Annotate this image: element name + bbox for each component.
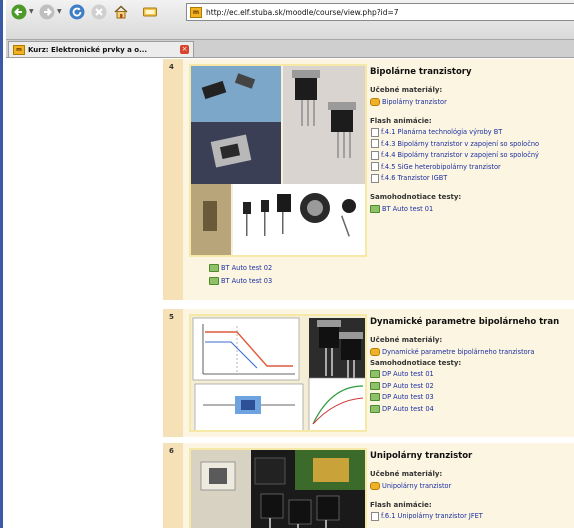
quiz-link-text[interactable]: DP Auto test 01	[382, 370, 434, 378]
reload-icon[interactable]	[68, 3, 86, 21]
quiz-link-text[interactable]: DP Auto test 04	[382, 405, 434, 413]
quiz-link-text[interactable]: DP Auto test 02	[382, 382, 434, 390]
quiz-link[interactable]: DP Auto test 04	[370, 403, 574, 415]
page-icon	[371, 511, 379, 521]
quiz-link[interactable]: DP Auto test 03	[370, 392, 574, 404]
section-number: 6	[163, 443, 183, 528]
resource-link-text[interactable]: Unipolárny tranzistor	[382, 482, 451, 490]
tests-label: Samohodnotiace testy:	[370, 193, 462, 201]
home-icon[interactable]	[112, 3, 130, 21]
left-blocks-column	[6, 59, 163, 528]
quiz-link[interactable]: BT Auto test 01	[370, 203, 574, 215]
address-url[interactable]: http://ec.elf.stuba.sk/moodle/course/vie…	[206, 8, 399, 17]
flash-link[interactable]: f.4.6 Tranzistor IGBT	[370, 173, 574, 185]
resource-link[interactable]: Bipolárny tranzistor	[370, 96, 574, 108]
section-4-image	[189, 64, 367, 257]
resource-link-text[interactable]: Bipolárny tranzistor	[382, 98, 447, 106]
quiz-link[interactable]: BT Auto test 03	[209, 276, 272, 288]
section-body: Unipolárny tranzistor Učebné materiály: …	[183, 443, 574, 528]
section-separator	[163, 300, 574, 309]
flash-link-text[interactable]: f.4.4 Bipolárny tranzistor v zapojení so…	[381, 151, 539, 159]
quiz-link[interactable]: BT Auto test 02	[209, 262, 272, 274]
tab-bar: m Kurz: Elektronické prvky a o... ×	[6, 40, 574, 58]
resource-icon	[370, 347, 380, 356]
tab-title: Kurz: Elektronické prvky a o...	[28, 45, 148, 54]
materials-label: Učebné materiály:	[370, 336, 443, 344]
section-6-summary: Unipolárny tranzistor Učebné materiály: …	[370, 451, 574, 522]
flash-link-text[interactable]: f.4.3 Bipolárny tranzistor v zapojení so…	[381, 140, 539, 148]
resource-link[interactable]: Dynamické parametre bipolárneho tranzist…	[370, 346, 574, 358]
page-icon	[371, 127, 379, 137]
quiz-icon	[370, 381, 380, 390]
tab-close-icon[interactable]: ×	[180, 45, 189, 54]
section-title: Dynamické parametre bipolárneho tran	[370, 317, 560, 327]
flash-link-text[interactable]: f.4.5 SiGe heterobipolárny tranzistor	[381, 163, 501, 171]
tab-course[interactable]: m Kurz: Elektronické prvky a o... ×	[8, 41, 194, 57]
flash-link-text[interactable]: f.6.1 Unipolárny tranzistor JFET	[381, 512, 483, 520]
site-favicon-icon: m	[190, 6, 202, 18]
back-arrow-icon[interactable]	[10, 3, 28, 21]
stop-icon[interactable]	[90, 3, 108, 21]
tests-label: Samohodnotiace testy:	[370, 358, 462, 367]
browser-window: ▼ ▼ m http://ec.elf.stuba.sk/moodle/cour…	[0, 0, 574, 528]
page-icon	[371, 139, 379, 149]
quiz-icon	[370, 370, 380, 379]
quiz-link-text[interactable]: BT Auto test 03	[221, 277, 272, 285]
section-body: Dynamické parametre bipolárneho tran Uče…	[183, 309, 574, 437]
course-section-5: 5 Dynamické parametre bipolárneho tran U…	[163, 309, 574, 437]
back-dropdown-icon[interactable]: ▼	[29, 8, 34, 15]
page-icon	[371, 150, 379, 160]
flash-label: Flash animácie:	[370, 500, 432, 509]
quiz-icon	[370, 393, 380, 402]
bookmark-icon[interactable]	[142, 3, 158, 21]
section-4-extra-tests: BT Auto test 02 BT Auto test 03	[209, 262, 272, 287]
section-body: Bipolárne tranzistory Učebné materiály: …	[183, 59, 574, 300]
quiz-icon	[209, 277, 219, 286]
quiz-icon	[209, 263, 219, 272]
section-4-summary: Bipolárne tranzistory Učebné materiály: …	[370, 67, 574, 215]
flash-label: Flash animácie:	[370, 116, 432, 125]
flash-link[interactable]: f.4.5 SiGe heterobipolárny tranzistor	[370, 161, 574, 173]
resource-link-text[interactable]: Dynamické parametre bipolárneho tranzist…	[382, 348, 534, 356]
flash-link-text[interactable]: f.4.1 Planárna technológia výroby BT	[381, 128, 502, 136]
flash-link[interactable]: f.6.1 Unipolárny tranzistor JFET	[370, 511, 574, 523]
materials-label: Učebné materiály:	[370, 470, 443, 478]
tab-favicon-icon: m	[13, 44, 25, 55]
section-5-image	[189, 314, 367, 432]
forward-dropdown-icon[interactable]: ▼	[57, 8, 62, 15]
page-content: 4 Bipolárne tranzistory Učebné materiály…	[6, 59, 574, 528]
course-section-4: 4 Bipolárne tranzistory Učebné materiály…	[163, 59, 574, 300]
section-title: Bipolárne tranzistory	[370, 67, 472, 77]
resource-icon	[370, 97, 380, 106]
quiz-link-text[interactable]: BT Auto test 01	[382, 205, 433, 213]
page-icon	[371, 162, 379, 172]
section-6-image	[189, 448, 367, 528]
course-section-6: 6 Unipolárny tranzistor Učebné materiály…	[163, 443, 574, 528]
forward-arrow-icon[interactable]	[38, 3, 56, 21]
quiz-link[interactable]: DP Auto test 01	[370, 369, 574, 381]
quiz-link[interactable]: DP Auto test 02	[370, 380, 574, 392]
page-icon	[371, 173, 379, 183]
flash-link[interactable]: f.4.1 Planárna technológia výroby BT	[370, 127, 574, 139]
flash-link[interactable]: f.4.3 Bipolárny tranzistor v zapojení so…	[370, 138, 574, 150]
quiz-icon	[370, 404, 380, 413]
quiz-link-text[interactable]: BT Auto test 02	[221, 264, 272, 272]
section-number: 4	[163, 59, 183, 300]
address-bar[interactable]: m http://ec.elf.stuba.sk/moodle/course/v…	[186, 3, 574, 21]
flash-link[interactable]: f.4.4 Bipolárny tranzistor v zapojení so…	[370, 150, 574, 162]
resource-link[interactable]: Unipolárny tranzistor	[370, 480, 574, 492]
section-title: Unipolárny tranzistor	[370, 451, 473, 461]
quiz-icon	[370, 204, 380, 213]
resource-icon	[370, 481, 380, 490]
navigation-toolbar: ▼ ▼ m http://ec.elf.stuba.sk/moodle/cour…	[6, 0, 574, 40]
section-5-summary: Dynamické parametre bipolárneho tran Uče…	[370, 317, 574, 415]
flash-link-text[interactable]: f.4.6 Tranzistor IGBT	[381, 174, 447, 182]
section-number: 5	[163, 309, 183, 437]
materials-label: Učebné materiály:	[370, 86, 443, 94]
quiz-link-text[interactable]: DP Auto test 03	[382, 393, 434, 401]
